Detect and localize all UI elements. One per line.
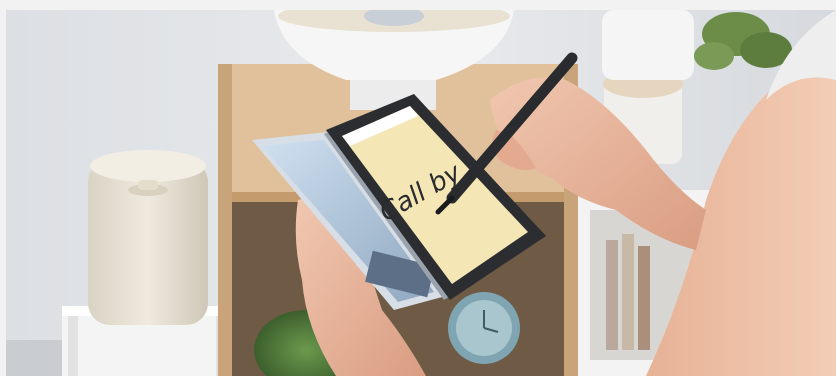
tall-vase <box>602 10 694 80</box>
photo-frame: Call by <box>6 10 836 376</box>
ceramic-canister <box>88 150 208 325</box>
wall-clock <box>448 292 520 364</box>
photo-scene: Call by <box>6 10 836 376</box>
